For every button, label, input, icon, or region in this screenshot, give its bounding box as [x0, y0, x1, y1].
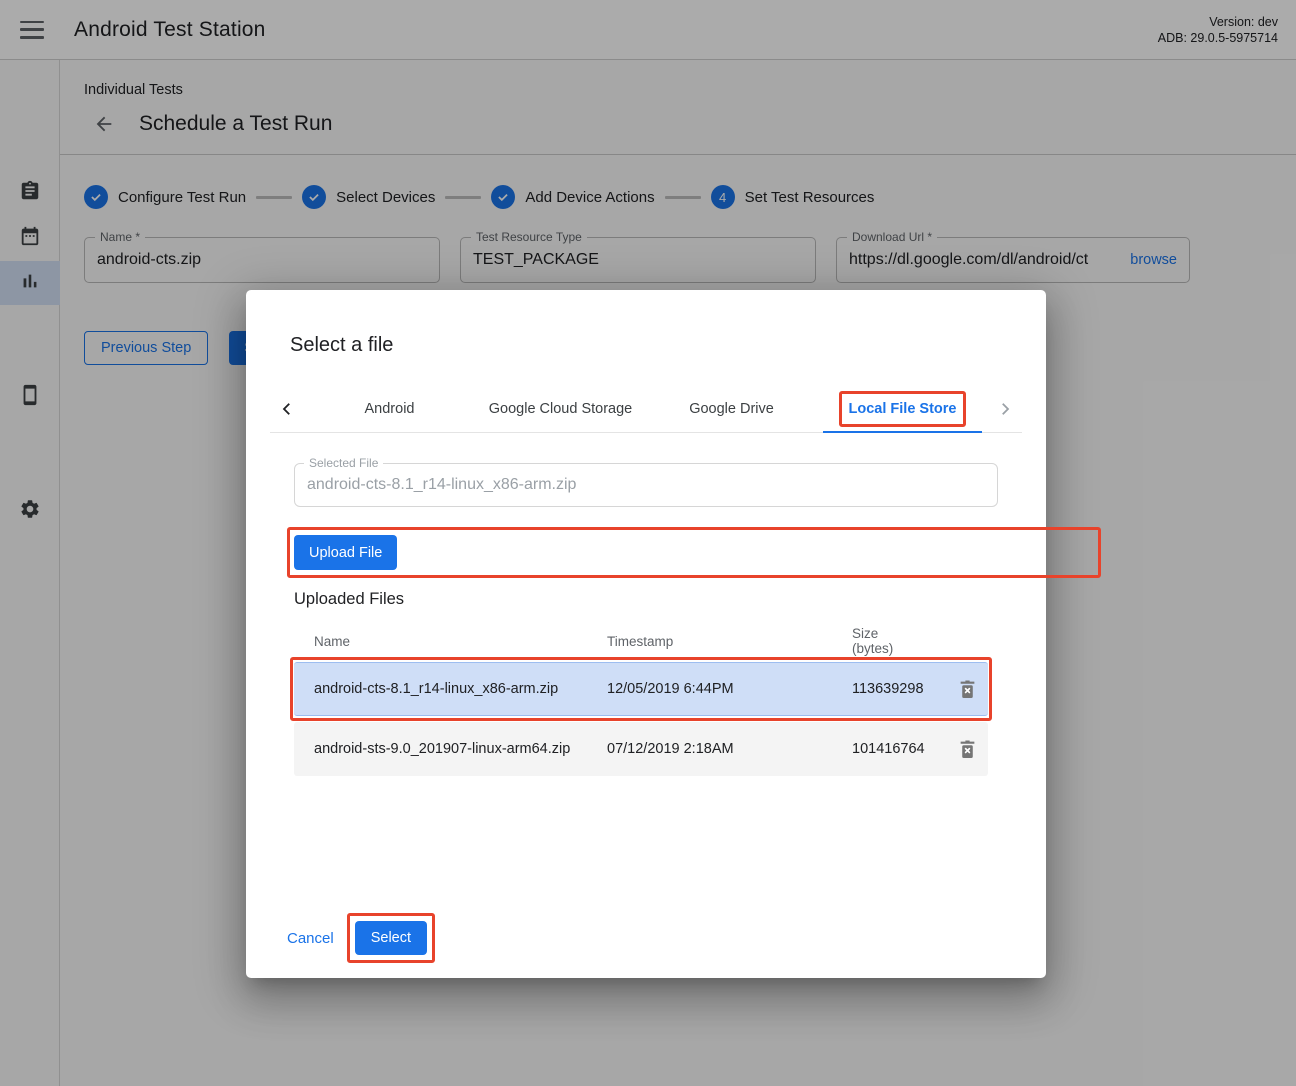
- timestamp-cell: 07/12/2019 2:18AM: [607, 741, 852, 757]
- column-header-name: Name: [314, 634, 607, 649]
- table-header: Name Timestamp Size (bytes): [294, 620, 988, 662]
- tab-local-file-store[interactable]: Local File Store: [817, 385, 988, 432]
- file-source-tabs: Android Google Cloud Storage Google Driv…: [270, 385, 1022, 433]
- delete-file-button[interactable]: [952, 734, 982, 764]
- dialog-footer: Cancel Select: [287, 921, 427, 955]
- delete-icon: [959, 680, 976, 699]
- size-cell: 101416764: [852, 741, 952, 757]
- highlight-box: Local File Store: [849, 401, 957, 417]
- chevron-left-icon: [278, 400, 296, 418]
- tabs-scroll-left-button[interactable]: [270, 385, 304, 432]
- selected-file-label: Selected File: [304, 456, 383, 470]
- column-header-timestamp: Timestamp: [607, 634, 852, 649]
- selected-file-value: android-cts-8.1_r14-linux_x86-arm.zip: [307, 476, 576, 494]
- chevron-right-icon: [996, 400, 1014, 418]
- uploaded-files-table: Name Timestamp Size (bytes) android-cts-…: [294, 620, 988, 776]
- delete-file-button[interactable]: [952, 674, 982, 704]
- tab-google-drive[interactable]: Google Drive: [646, 385, 817, 432]
- tab-label: Google Drive: [689, 401, 774, 417]
- table-row[interactable]: android-sts-9.0_201907-linux-arm64.zip 0…: [294, 722, 988, 776]
- highlight-box: Select: [355, 921, 427, 955]
- selected-file-field[interactable]: Selected File android-cts-8.1_r14-linux_…: [294, 463, 998, 507]
- uploaded-files-title: Uploaded Files: [294, 590, 404, 609]
- column-header-size: Size (bytes): [852, 626, 952, 656]
- upload-file-button[interactable]: Upload File: [294, 535, 397, 570]
- timestamp-cell: 12/05/2019 6:44PM: [607, 681, 852, 697]
- highlight-box: android-cts-8.1_r14-linux_x86-arm.zip 12…: [294, 662, 988, 716]
- size-cell: 113639298: [852, 681, 952, 697]
- tab-label: Google Cloud Storage: [489, 401, 633, 417]
- file-name-cell: android-cts-8.1_r14-linux_x86-arm.zip: [314, 681, 607, 697]
- tab-label: Local File Store: [849, 401, 957, 417]
- tab-android[interactable]: Android: [304, 385, 475, 432]
- column-header-size-line1: Size: [852, 626, 878, 641]
- tab-google-cloud-storage[interactable]: Google Cloud Storage: [475, 385, 646, 432]
- dialog-title: Select a file: [290, 334, 393, 357]
- select-button[interactable]: Select: [355, 921, 427, 955]
- highlight-box: Upload File: [294, 535, 1094, 570]
- file-name-cell: android-sts-9.0_201907-linux-arm64.zip: [314, 741, 607, 757]
- cancel-button[interactable]: Cancel: [287, 930, 334, 947]
- table-row-selected[interactable]: android-cts-8.1_r14-linux_x86-arm.zip 12…: [294, 662, 988, 716]
- tabs-scroll-right-button[interactable]: [988, 385, 1022, 432]
- column-header-size-line2: (bytes): [852, 641, 893, 656]
- delete-icon: [959, 740, 976, 759]
- active-tab-indicator: [823, 431, 982, 433]
- select-file-dialog: Select a file Android Google Cloud Stora…: [246, 290, 1046, 978]
- tab-label: Android: [365, 401, 415, 417]
